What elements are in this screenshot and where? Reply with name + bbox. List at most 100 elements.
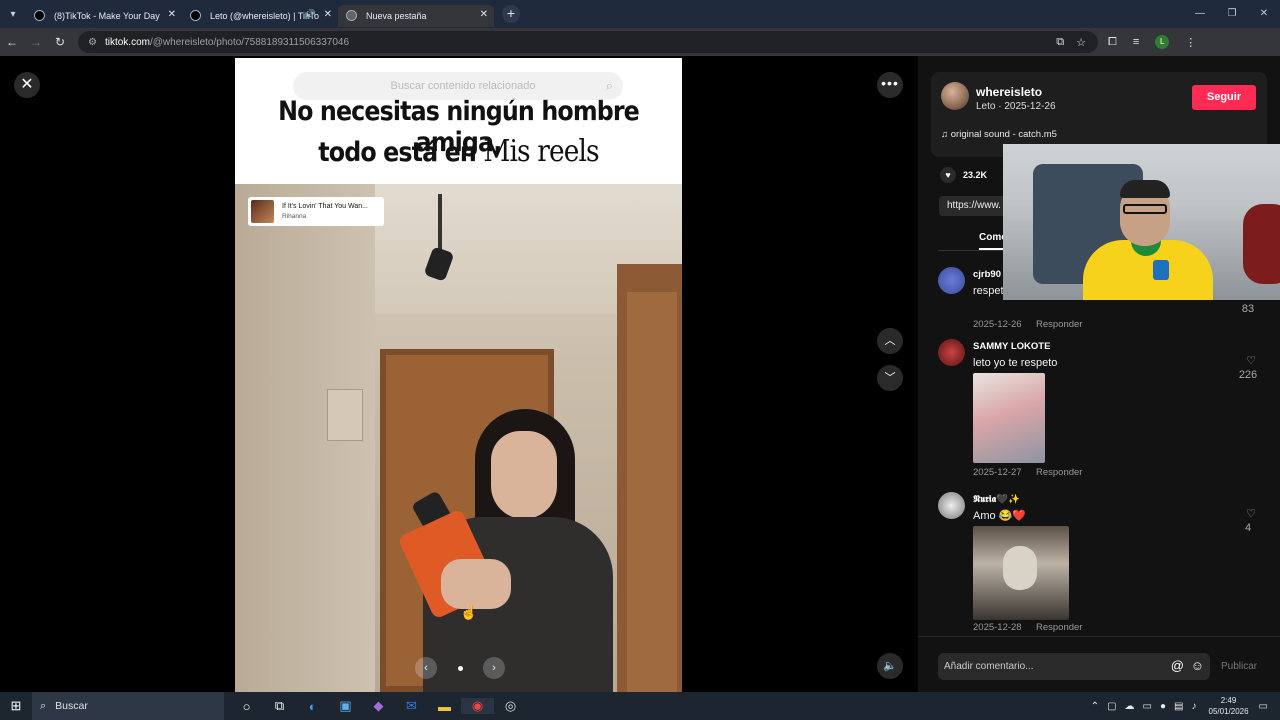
comment-username[interactable]: cjrb90 — [973, 269, 1001, 280]
carousel-dot[interactable] — [457, 665, 463, 671]
like-action[interactable]: ♥ 23.2K — [940, 167, 987, 183]
mention-at-icon[interactable]: @ — [1171, 658, 1184, 673]
cortana-circle-icon[interactable]: ○ — [230, 699, 263, 714]
comment-input[interactable]: Añadir comentario... @ ☺ — [938, 653, 1210, 680]
restore-icon[interactable]: ❐ — [1216, 0, 1248, 28]
edge-icon[interactable]: ◐ — [296, 699, 329, 714]
avatar[interactable] — [938, 339, 965, 366]
tab-title: Leto (@whereisleto) | TikTo — [210, 11, 320, 21]
close-tab-icon[interactable]: ✕ — [480, 9, 488, 20]
media-controls-icon[interactable]: ≡ — [1133, 36, 1139, 48]
url-host: tiktok.com — [104, 36, 150, 48]
comment-image[interactable] — [973, 526, 1069, 620]
carousel-prev-icon[interactable]: ‹ — [415, 657, 437, 679]
device-icon[interactable]: ▢ — [1107, 701, 1116, 712]
heart-outline-icon[interactable]: ♡ — [1246, 354, 1256, 367]
obs-icon[interactable]: ◎ — [494, 698, 527, 714]
minimize-icon[interactable]: — — [1184, 0, 1216, 28]
chrome-favicon-icon — [346, 10, 357, 21]
notifications-icon[interactable]: ▭ — [1259, 701, 1268, 712]
photo-image: ☝ — [235, 184, 682, 692]
visual-studio-icon[interactable]: ◆ — [362, 698, 395, 714]
microphone-icon[interactable]: ● — [1160, 701, 1166, 712]
heart-outline-icon[interactable]: ♡ — [1246, 507, 1256, 520]
previous-post-chevron-up-icon[interactable]: ︿ — [877, 328, 903, 354]
related-search-input[interactable]: Buscar contenido relacionado ⌕ — [293, 72, 623, 100]
folder-icon[interactable]: ▭ — [1143, 701, 1152, 712]
music-artist: Rihanna — [282, 212, 307, 220]
comment-username[interactable]: SAMMY LOKOTE — [973, 341, 1050, 352]
close-tab-icon[interactable]: ✕ — [324, 9, 332, 20]
os-taskbar: ⊞ ⌕ Buscar ○ ⧉ ◐ ▣ ◆ ✉ ▬ ◉ ◎ ⌃ ▢ ☁ ▭ ● ▤… — [0, 692, 1280, 720]
menu-kebab-icon[interactable]: ⋮ — [1185, 36, 1196, 49]
avatar[interactable] — [938, 267, 965, 294]
reply-link[interactable]: Responder — [1036, 467, 1082, 478]
tab-new-tab[interactable]: Nueva pestaña ✕ — [338, 5, 494, 27]
url-path: /@whereisleto/photo/7588189311506337046 — [149, 36, 350, 48]
next-post-chevron-down-icon[interactable]: ﹀ — [877, 365, 903, 391]
tab-leto-profile[interactable]: Leto (@whereisleto) | TikTo 🔊 ✕ — [182, 5, 338, 27]
back-arrow-icon[interactable]: ← — [0, 35, 24, 49]
comment-username[interactable]: 𝕹𝖚𝖗𝖎𝖆🖤✨ — [973, 494, 1020, 505]
task-view-icon[interactable]: ⧉ — [263, 698, 296, 714]
avatar[interactable] — [941, 82, 969, 110]
comment-like-count: 4 — [1244, 522, 1252, 534]
volume-icon[interactable]: ♪ — [1192, 701, 1197, 712]
avatar[interactable] — [938, 492, 965, 519]
clock-date: 05/01/2026 — [1208, 707, 1249, 716]
more-options-icon[interactable]: ••• — [877, 72, 903, 98]
install-app-icon[interactable]: ⧉ — [1056, 36, 1064, 49]
tab-title: Nueva pestaña — [366, 11, 427, 21]
tab-tiktok-home[interactable]: (8)TikTok - Make Your Day ✕ — [26, 5, 182, 27]
like-count: 23.2K — [963, 170, 988, 180]
photo-post[interactable]: No necesitas ningún hombre amiga, todo e… — [235, 58, 682, 692]
comment-placeholder: Añadir comentario... — [944, 661, 1034, 672]
hanging-lamp — [423, 194, 455, 284]
author-username[interactable]: whereisleto — [976, 85, 1042, 99]
speaker-icon[interactable]: 🔊 — [305, 9, 316, 20]
window-controls: — ❐ ✕ — [1184, 0, 1280, 28]
taskbar-search[interactable]: ⌕ Buscar — [32, 692, 224, 720]
follow-button[interactable]: Seguir — [1192, 85, 1256, 110]
volume-icon[interactable]: 🔈 — [877, 653, 903, 679]
close-viewer-icon[interactable]: ✕ — [14, 72, 40, 98]
tiktok-favicon-icon — [190, 10, 201, 21]
outlook-icon[interactable]: ✉ — [395, 698, 428, 714]
site-info-icon[interactable]: ⚙ — [88, 37, 97, 48]
comment-image[interactable] — [973, 373, 1045, 463]
reply-link[interactable]: Responder — [1036, 622, 1082, 633]
windows-start-icon[interactable]: ⊞ — [0, 698, 32, 714]
address-bar[interactable]: ⚙ tiktok.com/@whereisleto/photo/75881893… — [78, 31, 1098, 53]
browser-toolbar: ← → ↻ ⚙ tiktok.com/@whereisleto/photo/75… — [0, 28, 1280, 56]
close-window-icon[interactable]: ✕ — [1248, 0, 1280, 28]
close-tab-icon[interactable]: ✕ — [168, 9, 176, 20]
emoji-icon[interactable]: ☺ — [1191, 658, 1204, 673]
file-explorer-icon[interactable]: ▬ — [428, 699, 461, 714]
network-icon[interactable]: ▤ — [1174, 701, 1183, 712]
reload-icon[interactable]: ↻ — [48, 35, 72, 49]
chevron-up-icon[interactable]: ⌃ — [1091, 701, 1099, 712]
heart-icon[interactable]: ♥ — [940, 167, 956, 183]
music-note-icon: ♫ — [941, 129, 951, 140]
carousel-next-icon[interactable]: › — [483, 657, 505, 679]
publish-button[interactable]: Publicar — [1221, 661, 1257, 672]
search-icon[interactable]: ⌕ — [606, 78, 613, 94]
new-tab-plus-icon[interactable]: + — [502, 5, 520, 23]
extensions-puzzle-icon[interactable]: ⧠ — [1108, 36, 1117, 49]
forward-arrow-icon[interactable]: → — [24, 35, 48, 49]
sound-link[interactable]: ♫ original sound - catch.m5 — [941, 129, 1057, 140]
profile-avatar[interactable]: L — [1155, 35, 1170, 49]
music-sticker[interactable]: If It's Lovin' That You Wan... Rihanna — [248, 197, 384, 226]
clock[interactable]: 2:49 05/01/2026 — [1209, 695, 1249, 717]
album-art — [251, 200, 274, 223]
onedrive-cloud-icon[interactable]: ☁ — [1125, 701, 1135, 712]
tab-title: (8)TikTok - Make Your Day — [54, 11, 160, 21]
chrome-icon[interactable]: ◉ — [461, 698, 494, 714]
store-icon[interactable]: ▣ — [329, 698, 362, 714]
caption-line-2-a: todo está en — [318, 137, 484, 168]
reply-link[interactable]: Responder — [1036, 319, 1082, 330]
bookmark-star-icon[interactable]: ☆ — [1076, 36, 1086, 49]
music-title: If It's Lovin' That You Wan... — [282, 202, 368, 210]
sound-name: original sound - catch.m5 — [950, 129, 1057, 140]
tab-search-chevron-icon[interactable]: ▾ — [0, 9, 26, 20]
